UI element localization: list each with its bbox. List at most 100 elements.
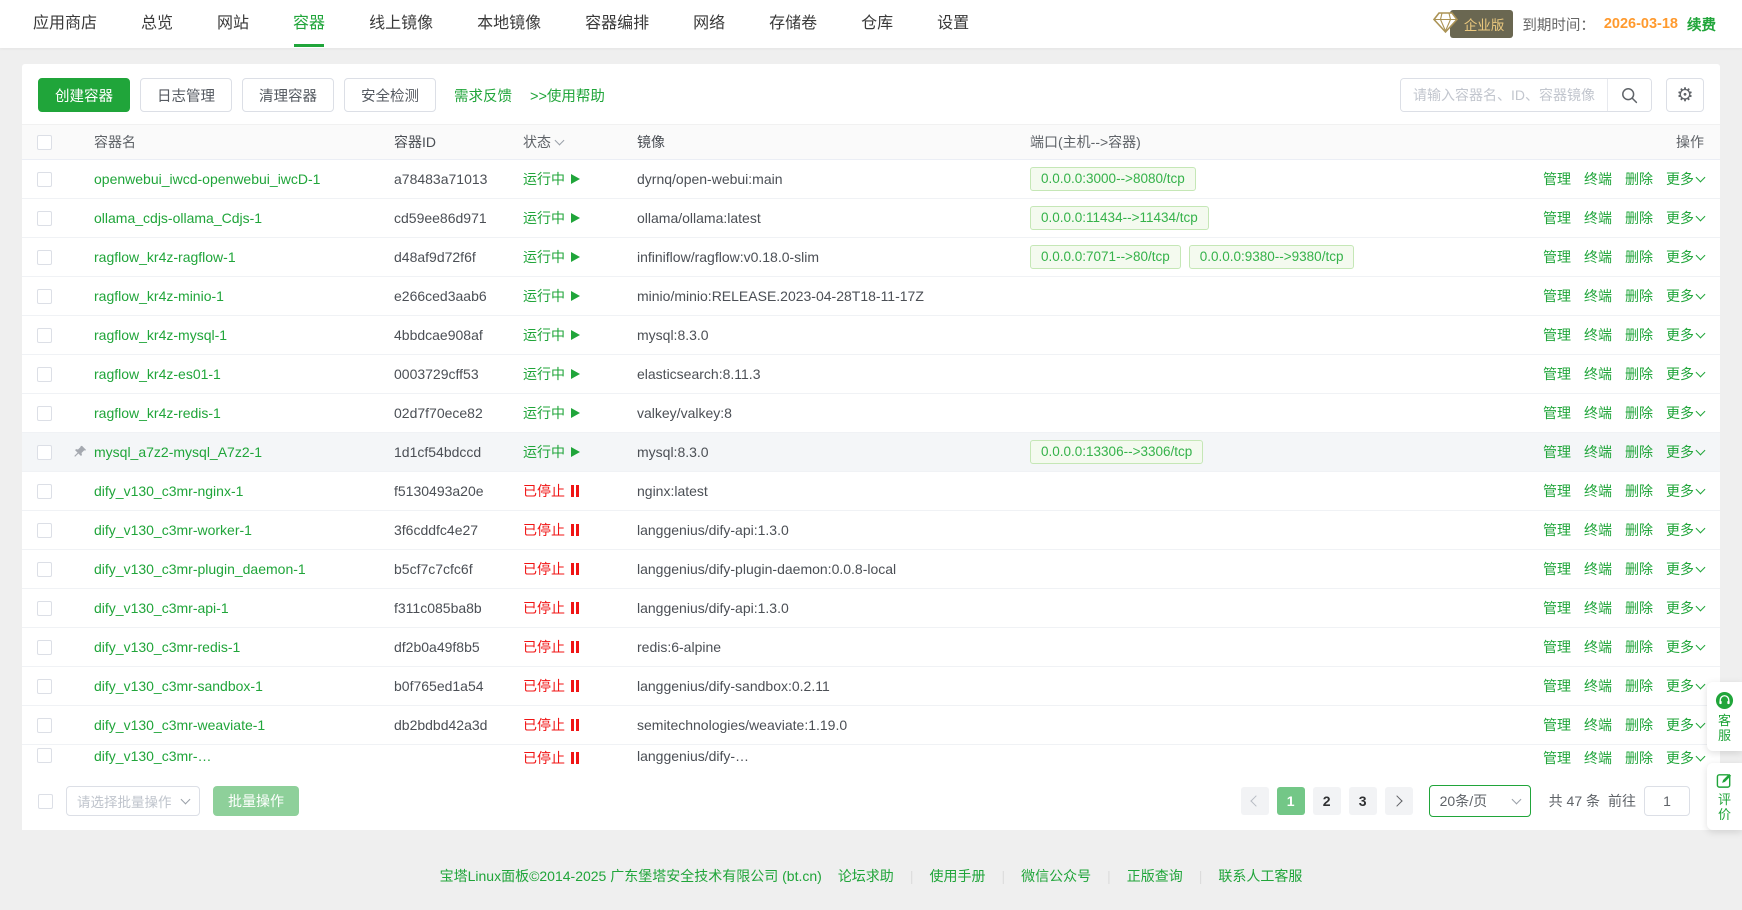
action-terminal[interactable]: 终端 bbox=[1584, 559, 1612, 579]
row-checkbox[interactable] bbox=[37, 211, 52, 226]
customer-service-button[interactable]: 客服 bbox=[1707, 682, 1742, 751]
container-name-link[interactable]: dify_v130_c3mr-weaviate-1 bbox=[94, 717, 265, 733]
action-terminal[interactable]: 终端 bbox=[1584, 481, 1612, 501]
action-delete[interactable]: 删除 bbox=[1625, 715, 1653, 735]
action-manage[interactable]: 管理 bbox=[1543, 715, 1571, 735]
action-manage[interactable]: 管理 bbox=[1543, 364, 1571, 384]
action-delete[interactable]: 删除 bbox=[1625, 169, 1653, 189]
nav-tab-0[interactable]: 应用商店 bbox=[33, 0, 97, 48]
feedback-link[interactable]: 需求反馈 bbox=[454, 85, 512, 106]
rate-button[interactable]: 评价 bbox=[1707, 763, 1742, 830]
action-delete[interactable]: 删除 bbox=[1625, 676, 1653, 696]
container-name-link[interactable]: dify_v130_c3mr-worker-1 bbox=[94, 522, 252, 538]
container-name-link[interactable]: openwebui_iwcd-openwebui_iwcD-1 bbox=[94, 171, 320, 187]
nav-tab-2[interactable]: 网站 bbox=[217, 0, 249, 48]
action-more[interactable]: 更多 bbox=[1666, 559, 1704, 579]
search-input[interactable] bbox=[1401, 79, 1607, 111]
search-button[interactable] bbox=[1607, 79, 1651, 111]
next-page-button[interactable] bbox=[1385, 787, 1413, 815]
renew-link[interactable]: 续费 bbox=[1687, 14, 1716, 35]
action-terminal[interactable]: 终端 bbox=[1584, 247, 1612, 267]
container-name-link[interactable]: ragflow_kr4z-ragflow-1 bbox=[94, 249, 236, 265]
action-delete[interactable]: 删除 bbox=[1625, 286, 1653, 306]
help-link[interactable]: >>使用帮助 bbox=[530, 85, 605, 106]
vip-badge[interactable]: 企业版 bbox=[1432, 10, 1514, 38]
action-more[interactable]: 更多 bbox=[1666, 286, 1704, 306]
container-name-link[interactable]: ragflow_kr4z-mysql-1 bbox=[94, 327, 227, 343]
status-filter[interactable]: 状态 bbox=[523, 132, 563, 152]
container-name-link[interactable]: ragflow_kr4z-minio-1 bbox=[94, 288, 224, 304]
action-more[interactable]: 更多 bbox=[1666, 598, 1704, 618]
footer-link-2[interactable]: 微信公众号 bbox=[1021, 866, 1091, 886]
action-terminal[interactable]: 终端 bbox=[1584, 208, 1612, 228]
action-terminal[interactable]: 终端 bbox=[1584, 442, 1612, 462]
row-checkbox[interactable] bbox=[37, 718, 52, 733]
action-manage[interactable]: 管理 bbox=[1543, 481, 1571, 501]
container-name-link[interactable]: dify_v130_c3mr-api-1 bbox=[94, 600, 229, 616]
table-settings-button[interactable]: ⚙ bbox=[1666, 78, 1704, 112]
container-name-link[interactable]: ollama_cdjs-ollama_Cdjs-1 bbox=[94, 210, 262, 226]
action-delete[interactable]: 删除 bbox=[1625, 481, 1653, 501]
page-size-select[interactable]: 20条/页 bbox=[1429, 785, 1531, 817]
row-checkbox[interactable] bbox=[37, 748, 52, 763]
action-more[interactable]: 更多 bbox=[1666, 748, 1704, 768]
security-check-button[interactable]: 安全检测 bbox=[344, 78, 436, 112]
footer-link-3[interactable]: 正版查询 bbox=[1127, 866, 1183, 886]
footer-link-0[interactable]: 论坛求助 bbox=[838, 866, 894, 886]
action-more[interactable]: 更多 bbox=[1666, 715, 1704, 735]
row-checkbox[interactable] bbox=[37, 367, 52, 382]
action-manage[interactable]: 管理 bbox=[1543, 520, 1571, 540]
row-checkbox[interactable] bbox=[37, 679, 52, 694]
row-checkbox[interactable] bbox=[37, 640, 52, 655]
nav-tab-5[interactable]: 本地镜像 bbox=[477, 0, 541, 48]
action-delete[interactable]: 删除 bbox=[1625, 364, 1653, 384]
select-all-checkbox[interactable] bbox=[37, 135, 52, 150]
action-manage[interactable]: 管理 bbox=[1543, 442, 1571, 462]
batch-select-all-checkbox[interactable] bbox=[38, 794, 53, 809]
nav-tab-8[interactable]: 存储卷 bbox=[769, 0, 817, 48]
action-manage[interactable]: 管理 bbox=[1543, 286, 1571, 306]
action-manage[interactable]: 管理 bbox=[1543, 208, 1571, 228]
action-terminal[interactable]: 终端 bbox=[1584, 748, 1612, 768]
action-delete[interactable]: 删除 bbox=[1625, 325, 1653, 345]
container-name-link[interactable]: ragflow_kr4z-redis-1 bbox=[94, 405, 221, 421]
action-delete[interactable]: 删除 bbox=[1625, 403, 1653, 423]
container-name-link[interactable]: dify_v130_c3mr-nginx-1 bbox=[94, 483, 243, 499]
footer-link-4[interactable]: 联系人工客服 bbox=[1218, 866, 1302, 886]
batch-apply-button[interactable]: 批量操作 bbox=[213, 786, 299, 816]
row-checkbox[interactable] bbox=[37, 445, 52, 460]
action-more[interactable]: 更多 bbox=[1666, 442, 1704, 462]
action-more[interactable]: 更多 bbox=[1666, 208, 1704, 228]
container-name-link[interactable]: ragflow_kr4z-es01-1 bbox=[94, 366, 221, 382]
action-manage[interactable]: 管理 bbox=[1543, 403, 1571, 423]
nav-tab-4[interactable]: 线上镜像 bbox=[369, 0, 433, 48]
action-delete[interactable]: 删除 bbox=[1625, 748, 1653, 768]
action-more[interactable]: 更多 bbox=[1666, 325, 1704, 345]
prev-page-button[interactable] bbox=[1241, 787, 1269, 815]
action-manage[interactable]: 管理 bbox=[1543, 559, 1571, 579]
goto-page-input[interactable] bbox=[1644, 786, 1690, 816]
action-terminal[interactable]: 终端 bbox=[1584, 715, 1612, 735]
row-checkbox[interactable] bbox=[37, 172, 52, 187]
log-manage-button[interactable]: 日志管理 bbox=[140, 78, 232, 112]
nav-tab-7[interactable]: 网络 bbox=[693, 0, 725, 48]
action-delete[interactable]: 删除 bbox=[1625, 247, 1653, 267]
action-terminal[interactable]: 终端 bbox=[1584, 598, 1612, 618]
action-more[interactable]: 更多 bbox=[1666, 247, 1704, 267]
action-terminal[interactable]: 终端 bbox=[1584, 169, 1612, 189]
action-terminal[interactable]: 终端 bbox=[1584, 637, 1612, 657]
action-more[interactable]: 更多 bbox=[1666, 403, 1704, 423]
action-terminal[interactable]: 终端 bbox=[1584, 676, 1612, 696]
action-delete[interactable]: 删除 bbox=[1625, 442, 1653, 462]
action-delete[interactable]: 删除 bbox=[1625, 559, 1653, 579]
action-manage[interactable]: 管理 bbox=[1543, 325, 1571, 345]
action-manage[interactable]: 管理 bbox=[1543, 169, 1571, 189]
action-manage[interactable]: 管理 bbox=[1543, 676, 1571, 696]
nav-tab-3[interactable]: 容器 bbox=[293, 0, 325, 48]
action-more[interactable]: 更多 bbox=[1666, 676, 1704, 696]
nav-tab-1[interactable]: 总览 bbox=[141, 0, 173, 48]
create-container-button[interactable]: 创建容器 bbox=[38, 78, 130, 112]
action-delete[interactable]: 删除 bbox=[1625, 520, 1653, 540]
row-checkbox[interactable] bbox=[37, 523, 52, 538]
action-terminal[interactable]: 终端 bbox=[1584, 286, 1612, 306]
